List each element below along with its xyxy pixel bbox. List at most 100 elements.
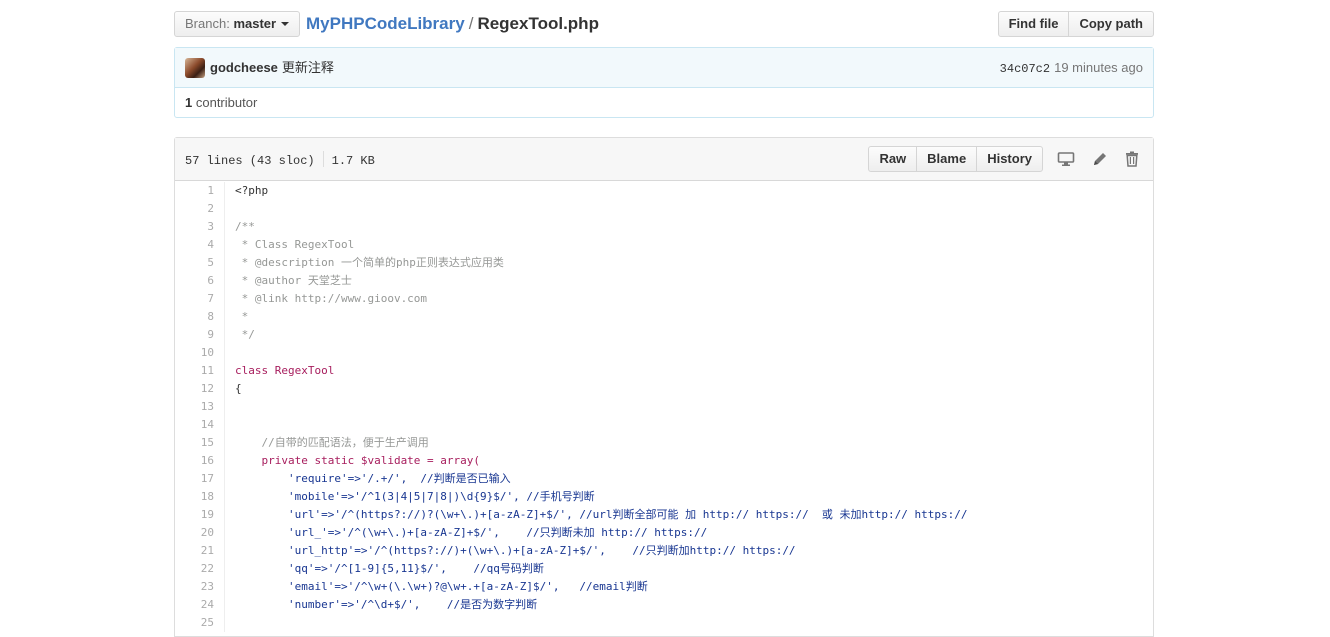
avatar[interactable]	[185, 58, 205, 78]
line-content: 'mobile'=>'/^1(3|4|5|7|8|)\d{9}$/', //手机…	[235, 490, 595, 503]
line-number[interactable]: 13	[175, 398, 225, 416]
find-file-button[interactable]: Find file	[997, 11, 1070, 37]
file-viewer: 57 lines (43 sloc) 1.7 KB Raw Blame Histo…	[174, 137, 1154, 637]
code-line: 21 'url_http'=>'/^(https?://)+(\w+\.)+[a…	[175, 542, 1153, 560]
line-number[interactable]: 14	[175, 416, 225, 434]
line-content: * @description 一个简单的php正则表达式应用类	[235, 256, 504, 269]
line-number[interactable]: 25	[175, 614, 225, 632]
line-content: * @author 天堂芝士	[235, 274, 352, 287]
code-line: 23 'email'=>'/^\w+(\.\w+)?@\w+.+[a-zA-Z]…	[175, 578, 1153, 596]
code-line: 25	[175, 614, 1153, 632]
branch-label: Branch:	[185, 16, 230, 31]
breadcrumb-separator: /	[468, 14, 474, 33]
line-content: private static $validate = array(	[235, 454, 481, 467]
code-line: 6 * @author 天堂芝士	[175, 272, 1153, 290]
branch-select-button[interactable]: Branch: master	[174, 11, 301, 37]
line-content	[225, 416, 235, 434]
line-number[interactable]: 19	[175, 506, 225, 524]
desktop-icon[interactable]	[1057, 150, 1075, 168]
code-line: 3 /**	[175, 218, 1153, 236]
code-line: 2	[175, 200, 1153, 218]
line-content: * @link http://www.gioov.com	[235, 292, 428, 305]
line-content: 'url_http'=>'/^(https?://)+(\w+\.)+[a-zA…	[235, 544, 796, 557]
file-navigation: Branch: master MyPHPCodeLibrary / RegexToo…	[174, 11, 1154, 37]
line-number[interactable]: 20	[175, 524, 225, 542]
line-number[interactable]: 9	[175, 326, 225, 344]
line-number[interactable]: 3	[175, 218, 225, 236]
code-line: 16 private static $validate = array(	[175, 452, 1153, 470]
line-number[interactable]: 1	[175, 182, 225, 200]
line-content: 'require'=>'/.+/', //判断是否已输入	[235, 472, 511, 485]
contributors[interactable]: 1 contributor	[185, 95, 257, 111]
line-number[interactable]: 18	[175, 488, 225, 506]
code-line: 14	[175, 416, 1153, 434]
line-content: 'email'=>'/^\w+(\.\w+)?@\w+.+[a-zA-Z]$/'…	[235, 580, 648, 593]
code-line: 18 'mobile'=>'/^1(3|4|5|7|8|)\d{9}$/', /…	[175, 488, 1153, 506]
copy-path-button[interactable]: Copy path	[1068, 11, 1154, 37]
line-number[interactable]: 21	[175, 542, 225, 560]
code-line: 17 'require'=>'/.+/', //判断是否已输入	[175, 470, 1153, 488]
code-line: 8 *	[175, 308, 1153, 326]
code-line: 11 class RegexTool	[175, 362, 1153, 380]
line-content	[225, 344, 235, 362]
commit-author-line: godcheese 更新注释	[210, 59, 334, 77]
line-content: * Class RegexTool	[235, 238, 355, 251]
line-content: class RegexTool	[235, 364, 335, 377]
line-number[interactable]: 24	[175, 596, 225, 614]
line-number[interactable]: 16	[175, 452, 225, 470]
code-blob: 1 <?php 2 3/** 4 * Class RegexTool 5 * @descr…	[175, 182, 1153, 632]
line-number[interactable]: 6	[175, 272, 225, 290]
code-line: 19 'url'=>'/^(https?://)?(\w+\.)+[a-zA-Z…	[175, 506, 1153, 524]
line-number[interactable]: 2	[175, 200, 225, 218]
line-number[interactable]: 17	[175, 470, 225, 488]
line-number[interactable]: 22	[175, 560, 225, 578]
line-number[interactable]: 4	[175, 236, 225, 254]
commit-sha[interactable]: 34c07c2	[1000, 62, 1050, 76]
line-content: */	[235, 328, 255, 341]
file-size: 1.7 KB	[331, 154, 375, 168]
line-content: {	[235, 382, 242, 395]
code-line: 12 {	[175, 380, 1153, 398]
code-line: 4 * Class RegexTool	[175, 236, 1153, 254]
code-line: 15 //自带的匹配语法，便于生产调用	[175, 434, 1153, 452]
line-number[interactable]: 12	[175, 380, 225, 398]
code-line: 9 */	[175, 326, 1153, 344]
commit-meta: 34c07c2 19 minutes ago	[1000, 59, 1143, 78]
line-content	[225, 614, 235, 632]
blame-button[interactable]: Blame	[916, 146, 978, 172]
commit-message[interactable]: 更新注释	[282, 60, 334, 75]
pencil-icon[interactable]	[1091, 150, 1109, 168]
line-number[interactable]: 15	[175, 434, 225, 452]
line-content	[225, 398, 235, 416]
line-number[interactable]: 11	[175, 362, 225, 380]
file-actions: Raw Blame History	[868, 146, 1043, 172]
file-info-divider	[322, 151, 324, 167]
code-line: 22 'qq'=>'/^[1-9]{5,11}$/', //qq号码判断	[175, 560, 1153, 578]
caret-down-icon	[281, 22, 290, 26]
breadcrumb-repo-link[interactable]: MyPHPCodeLibrary	[306, 14, 465, 33]
line-number[interactable]: 5	[175, 254, 225, 272]
code-line: 7 * @link http://www.gioov.com	[175, 290, 1153, 308]
breadcrumb-file-name: RegexTool.php	[477, 14, 599, 33]
file-nav-buttons: Find file Copy path	[997, 11, 1154, 37]
line-content	[225, 200, 235, 218]
trash-icon[interactable]	[1123, 150, 1141, 168]
line-content: *	[235, 310, 249, 323]
line-content: <?php	[235, 184, 269, 197]
line-number[interactable]: 7	[175, 290, 225, 308]
file-lines-info: 57 lines (43 sloc)	[185, 154, 315, 168]
commit-author[interactable]: godcheese	[210, 60, 278, 75]
code-line: 20 'url_'=>'/^(\w+\.)+[a-zA-Z]+$/', //只判…	[175, 524, 1153, 542]
line-content: 'url'=>'/^(https?://)?(\w+\.)+[a-zA-Z]+$…	[235, 508, 968, 521]
line-content: 'qq'=>'/^[1-9]{5,11}$/', //qq号码判断	[235, 562, 544, 575]
line-number[interactable]: 8	[175, 308, 225, 326]
line-number[interactable]: 10	[175, 344, 225, 362]
history-button[interactable]: History	[976, 146, 1043, 172]
line-number[interactable]: 23	[175, 578, 225, 596]
line-content: 'url_'=>'/^(\w+\.)+[a-zA-Z]+$/', //只判断未加…	[235, 526, 708, 539]
branch-name: master	[233, 16, 277, 31]
raw-button[interactable]: Raw	[868, 146, 918, 172]
line-content: 'number'=>'/^\d+$/', //是否为数字判断	[235, 598, 538, 611]
code-line: 1 <?php	[175, 182, 1153, 200]
file-header: 57 lines (43 sloc) 1.7 KB Raw Blame Histo…	[175, 138, 1153, 181]
